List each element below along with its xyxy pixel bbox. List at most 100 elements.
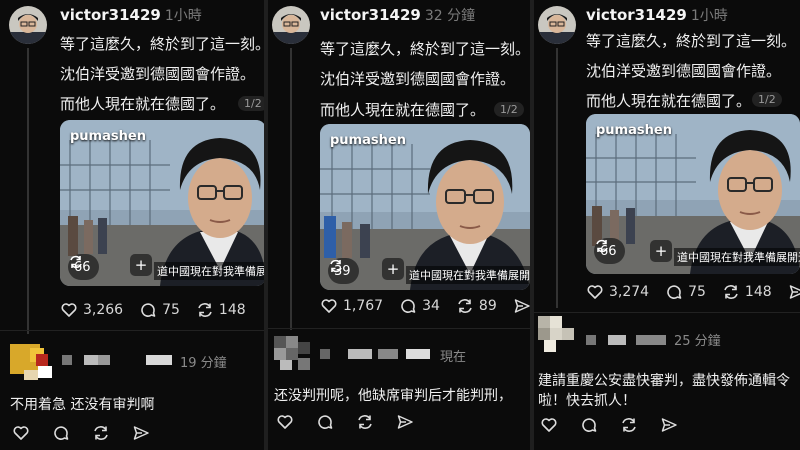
add-icon[interactable]: +: [650, 240, 672, 262]
commenter-avatar[interactable]: [274, 336, 314, 372]
comment-button[interactable]: 34: [399, 297, 440, 315]
media-pager: 1/2: [752, 92, 782, 107]
like-count: 1,767: [343, 298, 384, 314]
post-time: 1小時: [164, 8, 202, 24]
comment-icon: [667, 285, 682, 299]
repost-icon[interactable]: [92, 424, 110, 442]
thread-line: [556, 48, 558, 308]
heart-icon: [61, 303, 77, 317]
post-username[interactable]: victor31429 32 分鐘: [320, 5, 475, 25]
comment-text: 还没判刑呢，他缺席审判后才能判刑，: [274, 388, 512, 404]
pixelated-avatar-image: [274, 336, 310, 370]
share-icon: [514, 299, 530, 313]
video-thumbnail[interactable]: pumashen 39 + 道中國現在對我準備展開追緝: [320, 124, 530, 290]
repost-count-chip[interactable]: 66: [68, 254, 99, 280]
repost-icon: [330, 259, 342, 273]
comment-text: 啦！快去抓人！: [538, 393, 636, 409]
commenter-avatar[interactable]: [10, 340, 54, 384]
video-thumbnail[interactable]: pumashen 66 + 道中國現在對我準備展開追緝: [60, 120, 264, 286]
pixelated-name-image: [586, 335, 666, 345]
video-caption: 道中國現在對我準備展開追緝: [406, 266, 530, 284]
video-thumbnail[interactable]: pumashen 66 + 道中國現在對我準備展開追緝: [586, 114, 800, 274]
post-time: 32 分鐘: [424, 8, 476, 24]
share-button[interactable]: [788, 283, 800, 301]
comment-time: 19 分鐘: [180, 356, 227, 371]
avatar[interactable]: [9, 6, 47, 44]
pixelated-avatar-image: [538, 316, 574, 352]
heart-icon: [321, 299, 337, 313]
repost-button[interactable]: 148: [196, 301, 246, 319]
post-username[interactable]: victor31429 1小時: [60, 5, 202, 25]
post-text-line: 等了這麼久，終於到了這一刻。: [586, 32, 797, 50]
post-text-line: 等了這麼久，終於到了這一刻。: [320, 40, 530, 58]
threads-screenshot-3: victor31429 1小時 等了這麼久，終於到了這一刻。 沈伯洋受邀到德國國會…: [534, 0, 800, 450]
video-account-label: pumashen: [70, 129, 146, 144]
comment-count: 75: [162, 302, 180, 318]
like-button[interactable]: 3,274: [586, 283, 649, 301]
avatar[interactable]: [538, 6, 576, 44]
comment-icon: [141, 303, 156, 317]
redacted-username: [62, 352, 176, 366]
post-action-bar: 3,274 75 148: [586, 283, 800, 301]
post-action-bar: 1,767 34 89: [320, 297, 530, 315]
post-text-line: 沈伯洋受邀到德國國會作證。: [320, 70, 516, 88]
post-text-line: 沈伯洋受邀到德國國會作證。: [586, 62, 782, 80]
add-icon[interactable]: +: [130, 254, 152, 276]
post-username[interactable]: victor31429 1小時: [586, 5, 728, 25]
share-icon[interactable]: [132, 424, 150, 442]
post-text-line: 而他人現在就在德國了。: [586, 92, 752, 110]
add-icon[interactable]: +: [382, 258, 404, 280]
post-text-line: 而他人現在就在德國了。: [60, 95, 226, 113]
comment-icon[interactable]: [316, 413, 334, 431]
redacted-username: [320, 346, 438, 360]
comment-button[interactable]: 75: [139, 301, 180, 319]
pixelated-name-image: [62, 355, 172, 365]
post-action-bar: 3,266 75 148: [60, 301, 262, 319]
comment-icon[interactable]: [580, 416, 598, 434]
commenter-avatar[interactable]: [538, 316, 578, 356]
comment-count: 34: [422, 298, 440, 314]
repost-icon[interactable]: [620, 416, 638, 434]
media-pager: 1/2: [238, 96, 264, 111]
video-caption: 道中國現在對我準備展開追緝: [674, 248, 800, 266]
media-pager: 1/2: [494, 102, 524, 117]
like-button[interactable]: 1,767: [320, 297, 383, 315]
repost-button[interactable]: 148: [722, 283, 772, 301]
share-icon[interactable]: [660, 416, 678, 434]
pixelated-avatar-image: [10, 344, 52, 380]
comment-button[interactable]: 75: [665, 283, 706, 301]
comment-action-bar: [276, 413, 414, 431]
video-account-label: pumashen: [596, 123, 672, 138]
repost-count-chip[interactable]: 66: [594, 238, 625, 264]
video-account-label: pumashen: [330, 133, 406, 148]
share-icon[interactable]: [396, 413, 414, 431]
comment-icon: [401, 299, 416, 313]
comment-action-bar: [540, 416, 678, 434]
heart-icon[interactable]: [276, 413, 294, 431]
divider: [268, 328, 530, 329]
post-time: 1小時: [690, 8, 728, 24]
thread-line: [27, 48, 29, 334]
heart-icon[interactable]: [540, 416, 558, 434]
like-count: 3,274: [609, 284, 650, 300]
divider: [534, 312, 800, 313]
video-caption: 道中國現在對我準備展開追緝: [154, 262, 264, 280]
avatar[interactable]: [272, 6, 310, 44]
post-text-line: 而他人現在就在德國了。: [320, 101, 486, 119]
threads-screenshot-2: victor31429 32 分鐘 等了這麼久，終於到了這一刻。 沈伯洋受邀到德國…: [268, 0, 530, 450]
repost-count-chip[interactable]: 39: [328, 258, 359, 284]
repost-button[interactable]: 89: [456, 297, 497, 315]
share-icon: [789, 285, 800, 299]
heart-icon: [587, 285, 603, 299]
post-text-line: 等了這麼久，終於到了這一刻。: [60, 35, 264, 53]
comment-time: 25 分鐘: [674, 334, 721, 349]
like-count: 3,266: [83, 302, 124, 318]
repost-icon[interactable]: [356, 413, 374, 431]
heart-icon[interactable]: [12, 424, 30, 442]
pixelated-name-image: [320, 349, 430, 359]
share-button[interactable]: [513, 297, 530, 315]
comment-text: 建請重慶公安盡快審判，盡快發佈通輯令: [538, 373, 790, 389]
like-button[interactable]: 3,266: [60, 301, 123, 319]
comment-icon[interactable]: [52, 424, 70, 442]
thread-line: [290, 48, 292, 330]
